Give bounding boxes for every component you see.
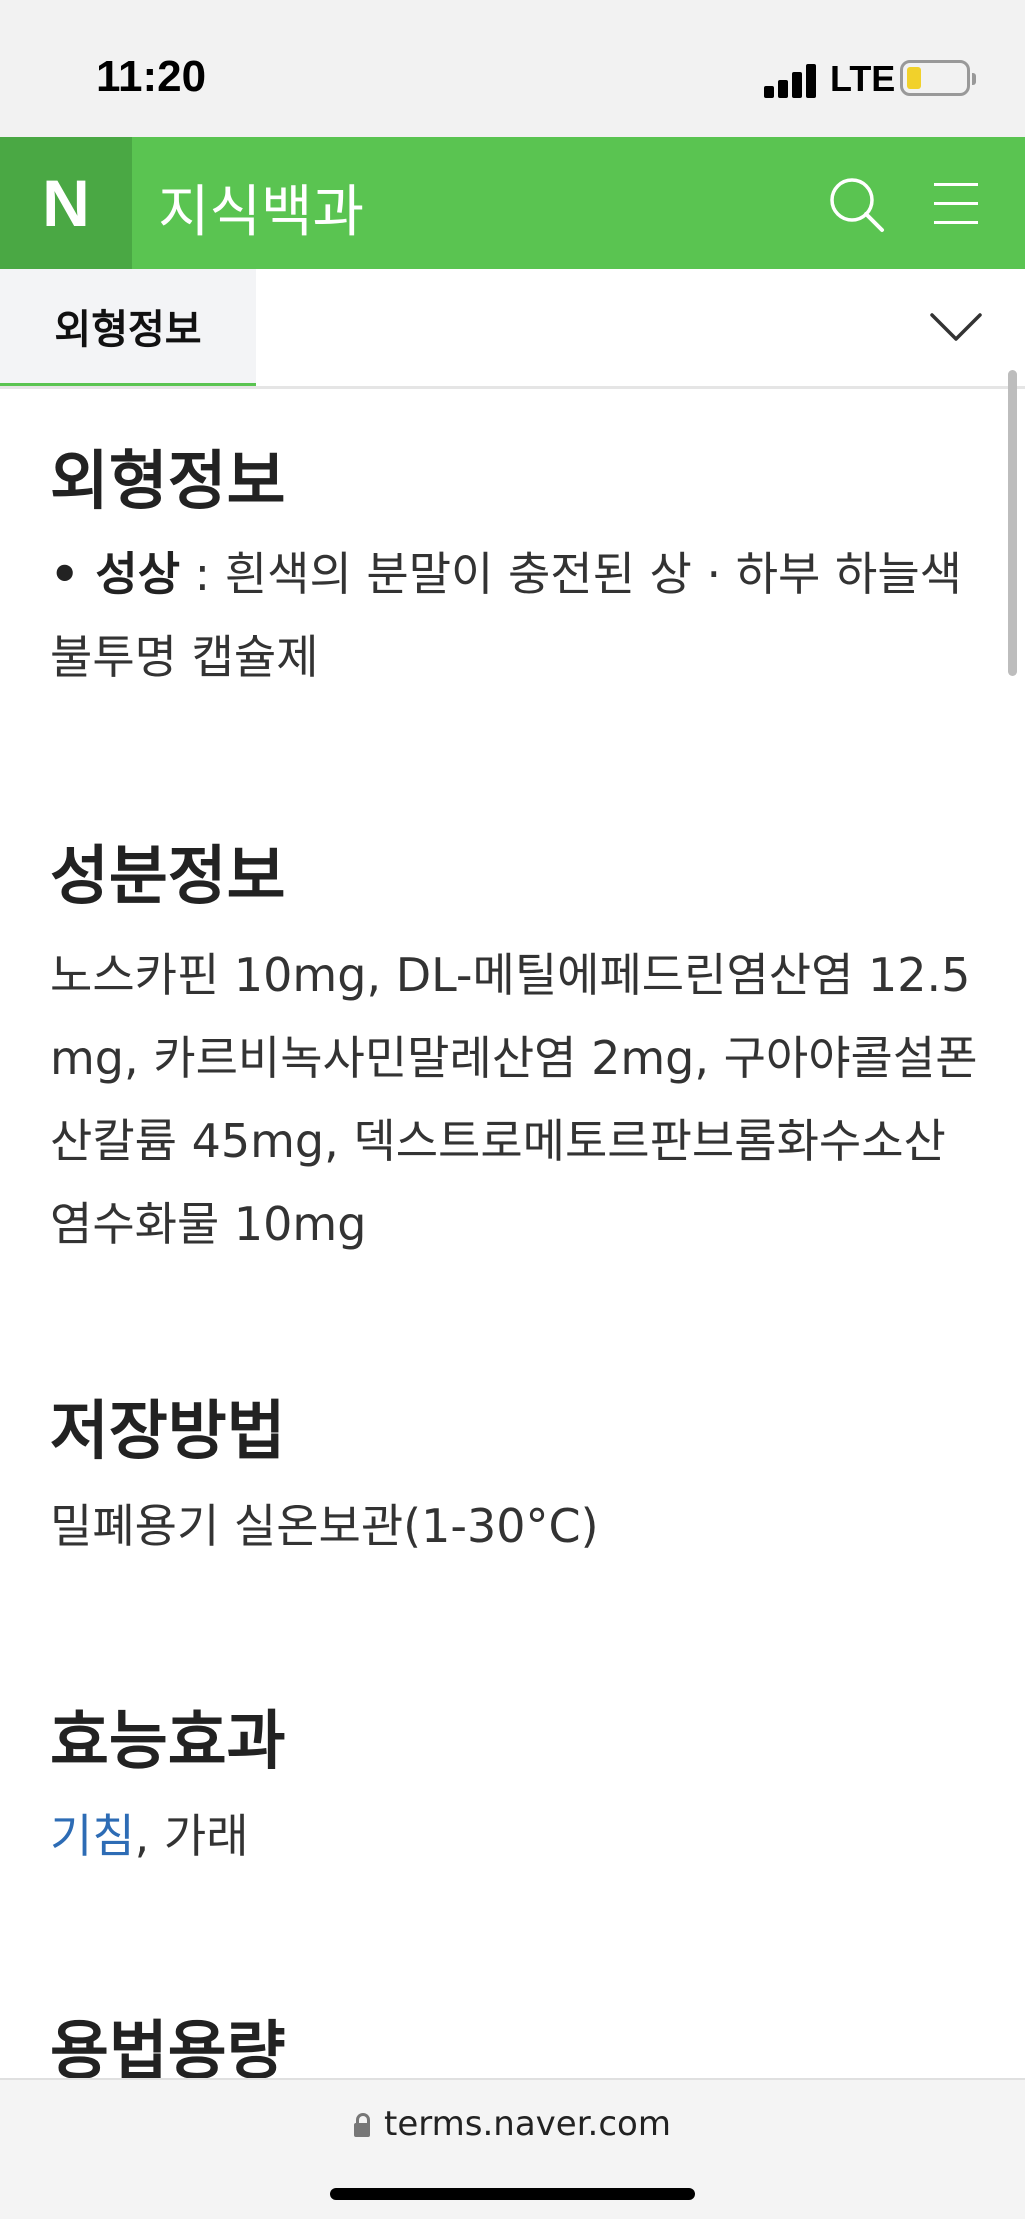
naver-logo[interactable]: N — [0, 137, 132, 269]
section-appearance: 외형정보 • 성상 : 흰색의 분말이 충전된 상 · 하부 하늘색 불투명 캡… — [50, 444, 980, 699]
logo-letter: N — [42, 166, 90, 240]
url-display[interactable]: terms.naver.com — [0, 2104, 1025, 2144]
appearance-bullet: • 성상 — [50, 546, 181, 601]
section-heading: 외형정보 — [50, 445, 286, 519]
section-heading: 효능효과 — [50, 1705, 286, 1779]
section-heading: 저장방법 — [50, 1395, 286, 1469]
battery-icon — [900, 60, 976, 96]
section-storage: 저장방법 밀폐용기 실온보관(1-30°C) — [50, 1394, 599, 1568]
status-bar: 11:20 LTE — [0, 0, 1025, 137]
search-icon[interactable] — [826, 174, 886, 234]
efficacy-text: 기침, 가래 — [50, 1795, 286, 1878]
efficacy-rest: , 가래 — [134, 1808, 249, 1863]
scrollbar[interactable] — [1008, 370, 1017, 676]
storage-text: 밀폐용기 실온보관(1-30°C) — [50, 1498, 599, 1553]
appearance-text: : 흰색의 분말이 충전된 상 · 하부 하늘색 불투명 캡슐제 — [50, 546, 962, 684]
ingredients-text: 노스카핀 10mg, DL-메틸에페드린염산염 12.5 mg, 카르비녹사민말… — [50, 947, 978, 1251]
signal-icon — [764, 62, 820, 98]
section-efficacy: 효능효과 기침, 가래 — [50, 1704, 286, 1878]
status-time: 11:20 — [96, 52, 207, 101]
section-text: • 성상 : 흰색의 분말이 충전된 상 · 하부 하늘색 불투명 캡슐제 — [50, 533, 980, 699]
service-title[interactable]: 지식백과 — [158, 167, 364, 248]
top-navbar: N 지식백과 — [0, 137, 1025, 269]
tab-label: 외형정보 — [54, 307, 202, 353]
chevron-down-icon[interactable] — [928, 309, 984, 345]
tab-appearance[interactable]: 외형정보 — [0, 269, 256, 386]
network-label: LTE — [830, 58, 896, 99]
section-heading: 성분정보 — [50, 840, 286, 914]
lock-icon — [354, 2113, 370, 2137]
section-tabbar: 외형정보 — [0, 269, 1025, 389]
home-indicator[interactable] — [330, 2188, 695, 2200]
menu-icon[interactable] — [928, 179, 984, 229]
section-ingredients: 성분정보 노스카핀 10mg, DL-메틸에페드린염산염 12.5 mg, 카르… — [50, 839, 980, 1266]
browser-url-bar[interactable]: terms.naver.com — [0, 2078, 1025, 2219]
efficacy-link[interactable]: 기침 — [50, 1809, 135, 1863]
url-text: terms.naver.com — [384, 2104, 671, 2144]
